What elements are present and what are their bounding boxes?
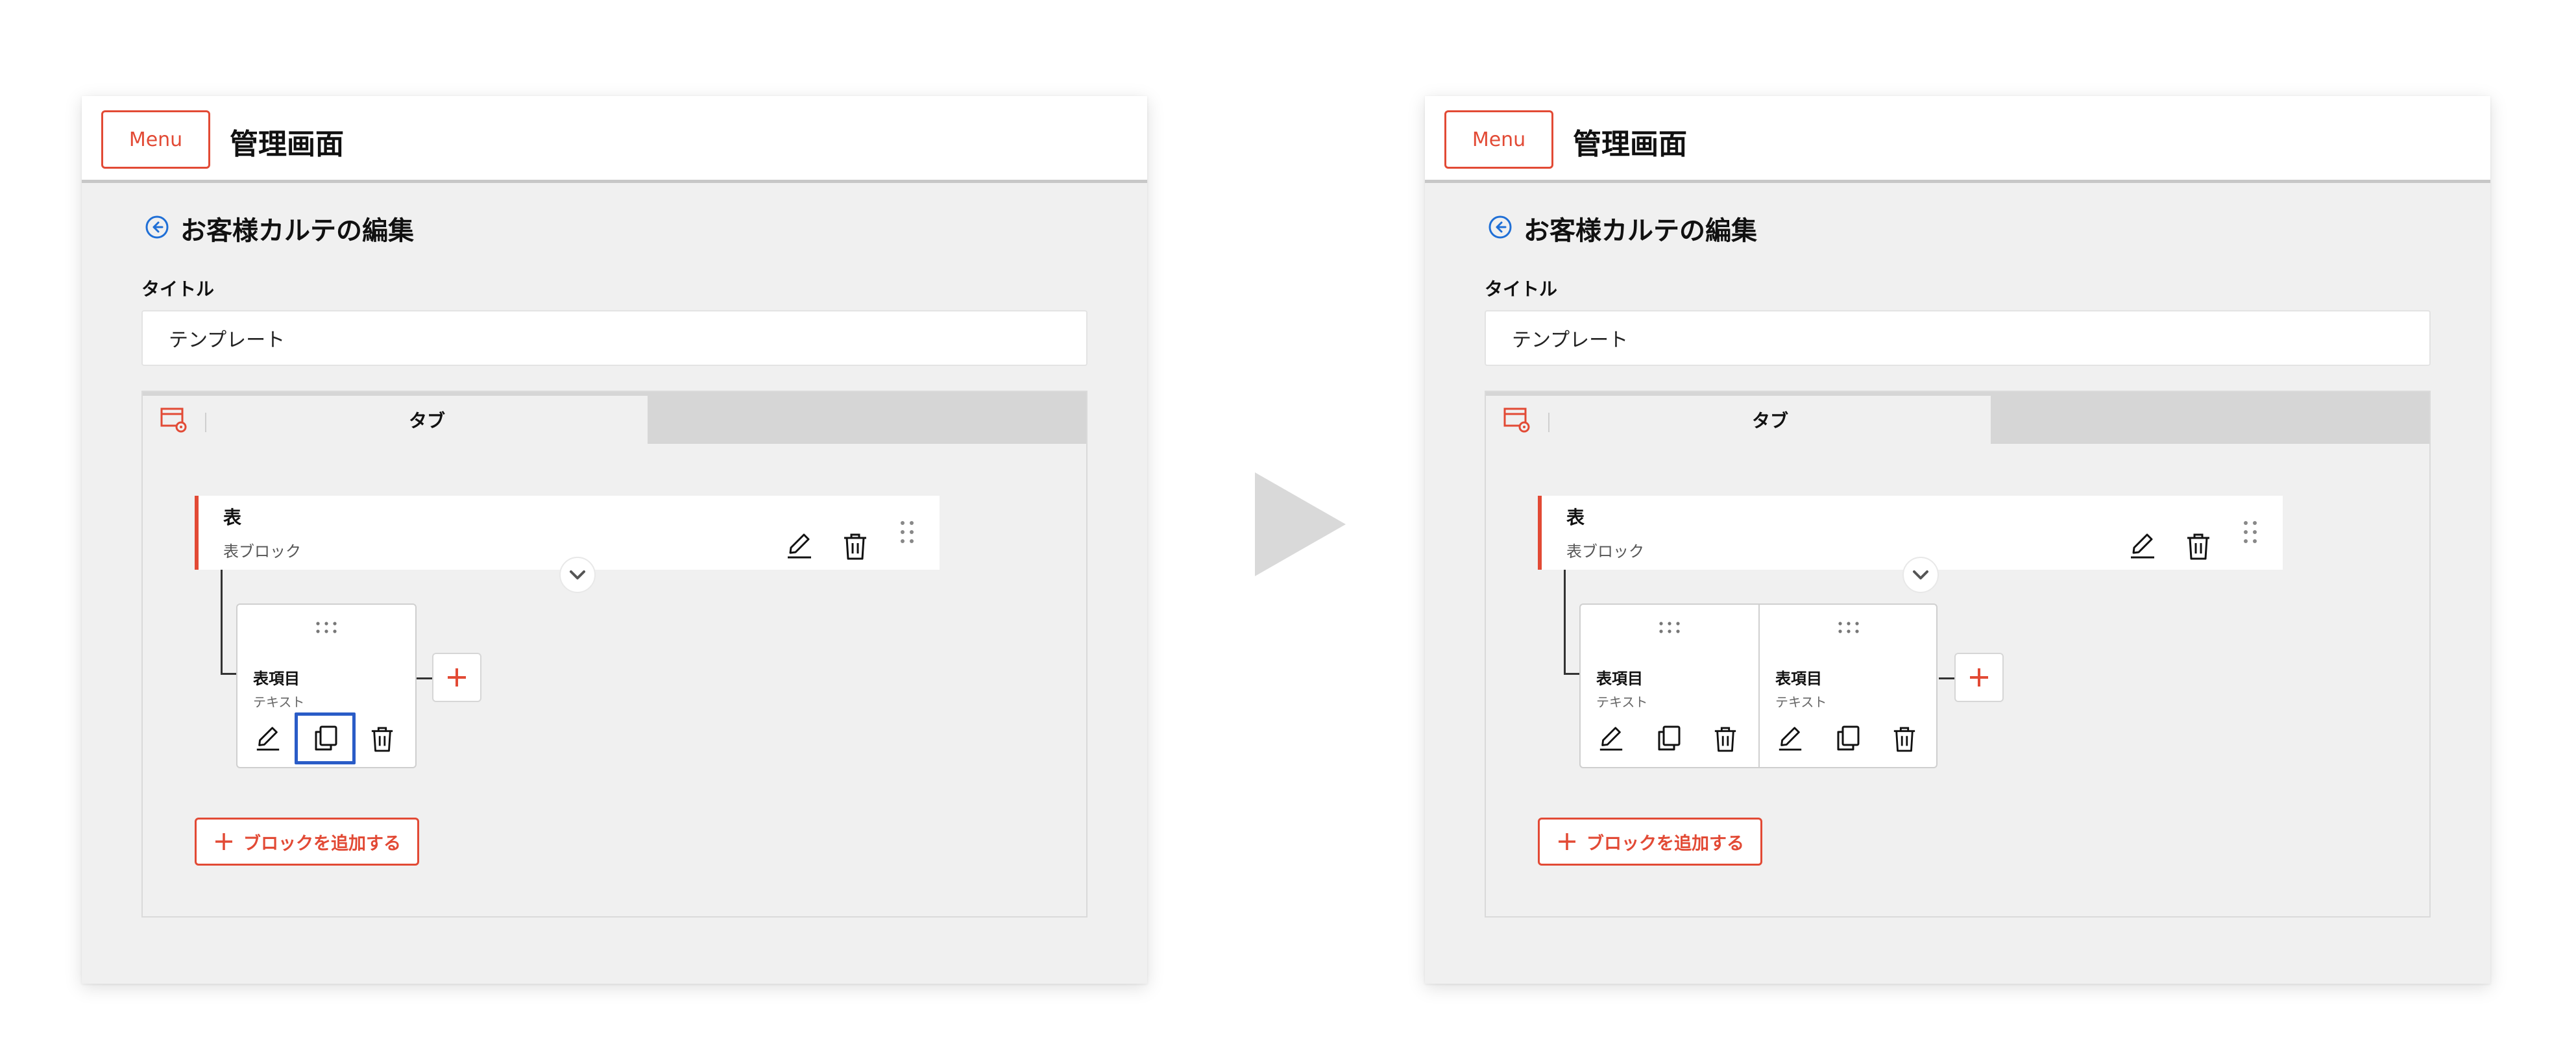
copy-icon[interactable]: [1656, 724, 1682, 751]
play-arrow-icon: [1255, 472, 1346, 576]
trash-icon[interactable]: [1713, 725, 1738, 753]
app-header: Menu 管理画面: [1425, 96, 2490, 183]
pencil-icon[interactable]: [1777, 724, 1804, 751]
plus-icon: [1559, 833, 1575, 850]
drag-handle-icon[interactable]: [2242, 519, 2258, 545]
app-title: 管理画面: [1573, 128, 1687, 161]
table-item[interactable]: 表項目 テキスト: [237, 605, 415, 767]
tree-connector: [417, 677, 433, 679]
title-field-label: タイトル: [141, 278, 215, 300]
drag-handle-icon[interactable]: [899, 519, 915, 545]
tree-connector: [1564, 570, 1566, 675]
expand-button[interactable]: [1902, 557, 1939, 593]
add-block-label: ブロックを追加する: [1586, 833, 1744, 854]
item-type: テキスト: [253, 694, 305, 710]
item-name: 表項目: [1596, 670, 1643, 688]
title-input[interactable]: テンプレート: [141, 310, 1088, 366]
tab-label[interactable]: タブ: [1549, 396, 1991, 444]
item-name: 表項目: [1775, 670, 1822, 688]
add-block-button[interactable]: ブロックを追加する: [1538, 818, 1762, 866]
add-block-label: ブロックを追加する: [243, 833, 401, 854]
trash-icon[interactable]: [370, 725, 395, 753]
admin-screen-after: Menu 管理画面 お客様カルテの編集 タイトル テンプレート タブ 表 表ブロ…: [1425, 96, 2490, 984]
trash-icon[interactable]: [2185, 532, 2211, 561]
tree-connector: [221, 673, 237, 675]
table-item[interactable]: 表項目 テキスト: [1758, 605, 1936, 767]
menu-button[interactable]: Menu: [101, 110, 210, 169]
drag-handle-icon[interactable]: [1659, 620, 1681, 635]
table-block-card[interactable]: 表 表ブロック: [195, 496, 940, 570]
plus-icon: [448, 668, 466, 687]
copy-icon[interactable]: [1835, 724, 1861, 751]
tab-container: タブ 表 表ブロック: [1485, 391, 2431, 918]
admin-screen-before: Menu 管理画面 お客様カルテの編集 タイトル テンプレート タブ 表 表ブロ…: [82, 96, 1147, 984]
table-items-group: 表項目 テキスト: [236, 603, 417, 768]
add-item-button[interactable]: [432, 653, 481, 702]
page-title: お客様カルテの編集: [180, 216, 414, 246]
tree-connector: [1939, 677, 1956, 679]
pencil-icon[interactable]: [785, 531, 814, 559]
block-name: 表: [223, 507, 242, 528]
back-circle-icon[interactable]: [1487, 214, 1513, 240]
table-block-card[interactable]: 表 表ブロック: [1538, 496, 2283, 570]
plus-icon: [1970, 668, 1988, 687]
item-name: 表項目: [253, 670, 300, 688]
expand-button[interactable]: [559, 557, 596, 593]
title-input[interactable]: テンプレート: [1485, 310, 2431, 366]
tab-settings-icon[interactable]: [1503, 406, 1533, 435]
item-type: テキスト: [1596, 694, 1648, 710]
tab-main[interactable]: タブ: [143, 396, 648, 444]
tab-label[interactable]: タブ: [206, 396, 648, 444]
trash-icon[interactable]: [842, 532, 868, 561]
app-header: Menu 管理画面: [82, 96, 1147, 183]
table-item[interactable]: 表項目 テキスト: [1581, 605, 1758, 767]
plus-icon: [215, 833, 232, 850]
pencil-icon[interactable]: [2128, 531, 2157, 559]
tab-main[interactable]: タブ: [1486, 396, 1991, 444]
tab-bar: タブ: [143, 392, 1086, 444]
pencil-icon[interactable]: [1598, 724, 1625, 751]
copy-button-highlight: [295, 712, 356, 764]
add-item-button[interactable]: [1954, 653, 2004, 702]
menu-button[interactable]: Menu: [1444, 110, 1553, 169]
tree-connector: [1564, 673, 1581, 675]
add-block-button[interactable]: ブロックを追加する: [195, 818, 419, 866]
tab-settings-icon[interactable]: [160, 406, 189, 435]
drag-handle-icon[interactable]: [1838, 620, 1860, 635]
item-type: テキスト: [1775, 694, 1827, 710]
tree-connector: [221, 570, 223, 675]
pencil-icon[interactable]: [254, 724, 282, 751]
drag-handle-icon[interactable]: [315, 620, 337, 635]
trash-icon[interactable]: [1892, 725, 1917, 753]
back-circle-icon[interactable]: [144, 214, 170, 240]
chevron-down-icon: [1913, 570, 1928, 579]
title-field-label: タイトル: [1485, 278, 1558, 300]
block-type: 表ブロック: [223, 542, 301, 561]
tab-bar: タブ: [1486, 392, 2429, 444]
app-title: 管理画面: [230, 128, 344, 161]
tab-container: タブ 表 表ブロック: [141, 391, 1088, 918]
table-items-group: 表項目 テキスト: [1579, 603, 1938, 768]
block-name: 表: [1566, 507, 1585, 528]
page-title: お客様カルテの編集: [1524, 216, 1757, 246]
block-type: 表ブロック: [1566, 542, 1644, 561]
chevron-down-icon: [570, 570, 585, 579]
